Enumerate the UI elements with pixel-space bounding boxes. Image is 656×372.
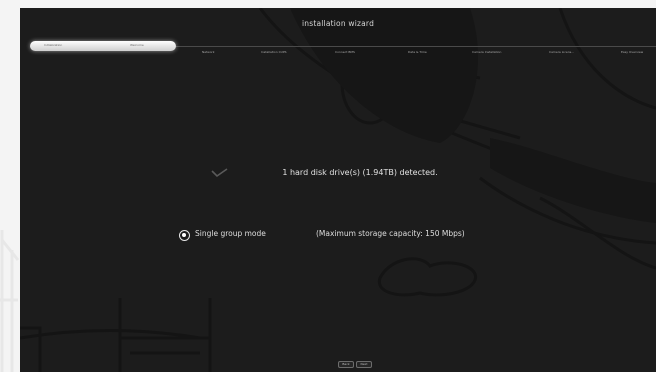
step-date-time: Date & Time [408, 50, 427, 54]
detected-message: 1 hard disk drive(s) (1.94TB) detected. [282, 168, 438, 177]
background-illustration [20, 8, 656, 372]
single-group-mode-radio[interactable] [179, 230, 190, 241]
step-installation-cups: Installation CUPS [261, 50, 287, 54]
step-easy-overview: Easy Overview [621, 50, 644, 54]
step-network: Network [202, 50, 215, 54]
step-label-welcome: Welcome [130, 43, 144, 47]
wizard-steps: Network Installation CUPS Connect BMS Da… [20, 50, 656, 58]
step-camera-licens: Camera Licens... [549, 50, 575, 54]
radio-dot [182, 233, 186, 237]
back-button[interactable]: Back [338, 361, 354, 368]
single-group-mode-label[interactable]: Single group mode [195, 229, 266, 238]
next-button[interactable]: Next [356, 361, 372, 368]
step-camera-installation: Camera Installation [472, 50, 502, 54]
step-label-initialization: Initialization [44, 43, 63, 47]
step-connect-bms: Connect BMS [335, 50, 355, 54]
screen: installation wizard Initialization Welco… [0, 0, 656, 372]
window-title: installation wizard [301, 19, 375, 28]
storage-capacity-text: (Maximum storage capacity: 150 Mbps) [316, 229, 465, 238]
wizard-panel: installation wizard Initialization Welco… [20, 8, 656, 372]
